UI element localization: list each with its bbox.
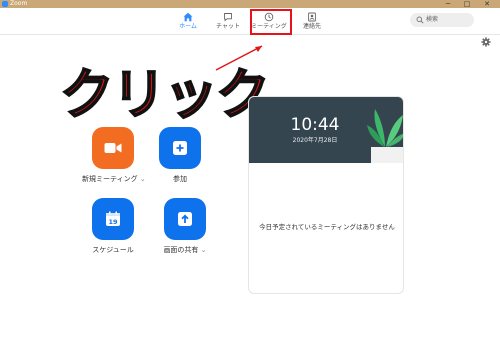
join-button[interactable] [159,127,201,169]
zoom-window: Zoom ─ □ ✕ ホーム チャット ミーティング 連絡先 検索 クリック 新… [0,0,500,350]
gear-icon[interactable] [481,37,491,47]
title-bar: Zoom ─ □ ✕ [0,0,500,8]
video-camera-icon [104,143,122,153]
share-screen-action[interactable]: 画面の共有 ⌄ [154,198,216,255]
minimize-button[interactable]: ─ [441,0,455,8]
chevron-down-icon[interactable]: ⌄ [201,246,207,254]
share-arrow-icon [178,212,192,226]
window-title: Zoom [10,0,28,7]
join-action[interactable]: 参加 [154,127,206,184]
share-screen-button[interactable] [164,198,206,240]
chevron-down-icon[interactable]: ⌄ [140,175,146,183]
tab-chat[interactable]: チャット [206,10,250,33]
no-meetings-message: 今日予定されているミーティングはありません [259,223,395,231]
zoom-logo-icon [2,1,8,7]
schedule-button[interactable]: 19 [92,198,134,240]
share-screen-label: 画面の共有 [163,246,199,254]
plus-icon [173,141,187,155]
clock-banner: 10:44 2020年7月28日 [249,97,403,163]
current-time: 10:44 [290,115,340,135]
new-meeting-action[interactable]: 新規ミーティング ⌄ [82,127,146,184]
new-meeting-button[interactable] [92,127,134,169]
top-nav-bar: ホーム チャット ミーティング 連絡先 検索 [0,8,500,35]
search-input[interactable]: 検索 [410,13,474,27]
new-meeting-label: 新規ミーティング [82,175,138,183]
calendar-icon: 19 [106,211,120,226]
tab-home-label: ホーム [179,23,197,30]
plant-illustration-icon [367,109,403,163]
chat-icon [224,13,232,22]
home-icon [183,12,193,22]
search-placeholder: 検索 [426,16,439,23]
tab-chat-label: チャット [216,23,240,30]
contacts-icon [308,12,316,22]
maximize-button[interactable]: □ [460,0,474,8]
tab-home[interactable]: ホーム [166,10,210,33]
meeting-tab-highlight-box [250,9,292,35]
tab-contacts[interactable]: 連絡先 [290,10,334,33]
current-date: 2020年7月28日 [292,137,338,144]
calendar-day: 19 [108,218,118,226]
upcoming-meetings-card: 10:44 2020年7月28日 今日予定されているミーティングはありません [248,96,404,294]
close-button[interactable]: ✕ [480,0,494,8]
tab-contacts-label: 連絡先 [302,23,321,30]
search-icon [416,16,424,24]
schedule-label: スケジュール [92,246,134,254]
click-annotation: クリック [59,63,271,126]
schedule-action[interactable]: 19 スケジュール [82,198,144,255]
join-label: 参加 [173,175,187,183]
